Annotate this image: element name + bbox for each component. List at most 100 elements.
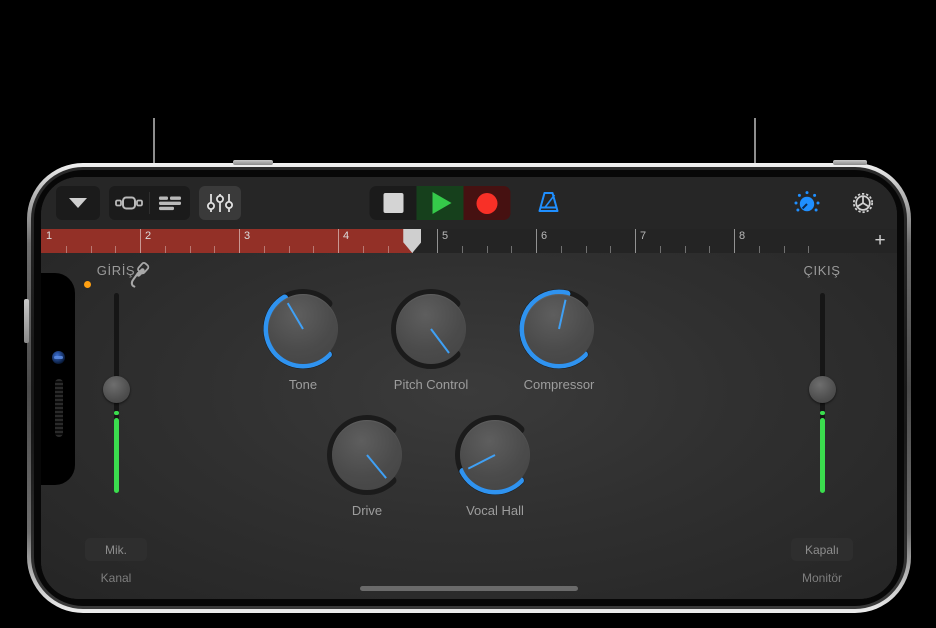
input-level-meter <box>114 417 119 493</box>
knob-compressor[interactable]: Compressor <box>504 285 614 392</box>
knob-tone-art[interactable] <box>259 285 347 373</box>
play-button[interactable] <box>416 186 464 220</box>
ruler-bar-number: 7 <box>640 230 647 242</box>
metronome-button[interactable] <box>529 186 569 220</box>
ruler-bar-tick <box>140 229 141 253</box>
ruler-beat-tick <box>263 246 265 253</box>
input-meter-tick <box>114 411 119 416</box>
mixer-button[interactable] <box>199 186 241 220</box>
ruler-beat-tick <box>189 246 191 253</box>
stop-button[interactable] <box>369 186 417 220</box>
toolbar <box>41 177 897 229</box>
chevron-down-icon <box>69 198 87 208</box>
ruler-bar-tick <box>338 229 339 253</box>
knob-drive[interactable]: Drive <box>312 411 422 518</box>
knob-pitch-control-pointer <box>430 328 450 354</box>
device-notch <box>41 273 75 485</box>
output-title: ÇIKIŞ <box>803 263 841 278</box>
output-fader[interactable] <box>807 293 837 493</box>
knob-tone-pointer <box>286 302 304 330</box>
ruler-bar-tick <box>734 229 735 253</box>
record-button[interactable] <box>463 186 511 220</box>
output-level-meter <box>820 417 825 493</box>
volume-button-up[interactable] <box>233 160 273 165</box>
mixer-icon <box>207 194 233 212</box>
fx-knob-icon <box>794 191 820 212</box>
knob-pitch-control-label: Pitch Control <box>393 377 469 392</box>
record-icon <box>476 192 498 214</box>
output-strip: ÇIKIŞ Kapalı Monitör <box>747 253 897 599</box>
volume-button-down[interactable] <box>833 160 867 165</box>
knob-compressor-label: Compressor <box>523 377 595 392</box>
ruler-beat-tick <box>709 246 711 253</box>
fx-panel: GİRİŞ Mik. Kanal Tone Pitch Control Comp… <box>41 253 897 599</box>
iphone-device-frame: 12345678 + GİRİŞ Mik. Kanal Tone Pitch C… <box>24 160 911 613</box>
knob-compressor-art[interactable] <box>515 285 603 373</box>
knob-tone-label: Tone <box>288 377 318 392</box>
track-view-button[interactable] <box>150 186 190 220</box>
ruler-beat-tick <box>90 246 92 253</box>
ruler-beat-tick <box>758 246 760 253</box>
knob-vocal-hall-pointer <box>467 454 496 470</box>
ruler-beat-tick <box>214 246 216 253</box>
output-fader-knob[interactable] <box>809 376 836 404</box>
loop-browser-icon <box>115 196 143 210</box>
ruler-track[interactable]: 1 2 3 4 5 6 7 8 <box>41 229 865 253</box>
ruler-beat-tick <box>164 246 166 253</box>
front-camera-icon <box>52 351 65 364</box>
fx-button[interactable] <box>787 186 827 220</box>
screenshot-root: 12345678 + GİRİŞ Mik. Kanal Tone Pitch C… <box>0 0 936 628</box>
garageband-app: 12345678 + GİRİŞ Mik. Kanal Tone Pitch C… <box>41 177 897 599</box>
ruler-beat-tick <box>288 246 290 253</box>
ruler-beat-tick <box>585 246 587 253</box>
knob-tone[interactable]: Tone <box>248 285 358 392</box>
knob-drive-art[interactable] <box>323 411 411 499</box>
ruler-beat-tick <box>461 246 463 253</box>
earpiece-speaker <box>55 379 63 437</box>
track-view-icon <box>159 196 181 211</box>
output-monitor-label: Monitör <box>801 571 843 585</box>
ruler-bar-tick <box>437 229 438 253</box>
ruler-beat-tick <box>486 246 488 253</box>
ruler-bar-tick <box>239 229 240 253</box>
ruler-beat-tick <box>511 246 513 253</box>
ruler-bar-tick <box>536 229 537 253</box>
input-fader-knob[interactable] <box>103 376 130 404</box>
ruler-beat-tick <box>684 246 686 253</box>
playhead[interactable] <box>403 229 422 253</box>
ruler-record-region <box>41 229 413 253</box>
ruler-bar-number: 1 <box>46 230 53 242</box>
knob-vocal-hall[interactable]: Vocal Hall <box>440 411 550 518</box>
knob-vocal-hall-art[interactable] <box>451 411 539 499</box>
ruler-beat-tick <box>65 246 67 253</box>
knob-pitch-control-art[interactable] <box>387 285 475 373</box>
input-channel-label: Kanal <box>100 571 132 585</box>
output-monitor-button[interactable]: Kapalı <box>791 538 853 561</box>
add-section-button[interactable]: + <box>870 231 890 250</box>
ruler-bar-number: 2 <box>145 230 152 242</box>
ruler-bar-number: 4 <box>343 230 350 242</box>
effect-knobs: Tone Pitch Control Compressor Drive Vocal Ha… <box>191 253 747 599</box>
settings-button[interactable] <box>843 186 883 220</box>
input-channel-button[interactable]: Mik. <box>85 538 147 561</box>
ruler-beat-tick <box>115 246 117 253</box>
ruler-beat-tick <box>659 246 661 253</box>
microphone-in-use-indicator <box>84 281 91 288</box>
play-icon <box>432 192 452 214</box>
loop-browser-button[interactable] <box>109 186 149 220</box>
stop-icon <box>383 193 403 213</box>
ruler-bar-number: 3 <box>244 230 251 242</box>
ruler-beat-tick <box>313 246 315 253</box>
view-toggle-group <box>109 186 190 220</box>
input-fader[interactable] <box>101 293 131 493</box>
ruler-bar-number: 6 <box>541 230 548 242</box>
knob-pitch-control[interactable]: Pitch Control <box>376 285 486 392</box>
power-button[interactable] <box>24 299 29 343</box>
home-indicator[interactable] <box>360 586 578 591</box>
timeline-ruler[interactable]: 1 2 3 4 5 6 7 8 + <box>41 229 897 253</box>
knob-compressor-pointer <box>558 299 567 330</box>
gear-icon <box>852 192 874 214</box>
device-screen: 12345678 + GİRİŞ Mik. Kanal Tone Pitch C… <box>41 177 897 599</box>
ruler-beat-tick <box>560 246 562 253</box>
navigation-chevron-button[interactable] <box>56 186 100 220</box>
